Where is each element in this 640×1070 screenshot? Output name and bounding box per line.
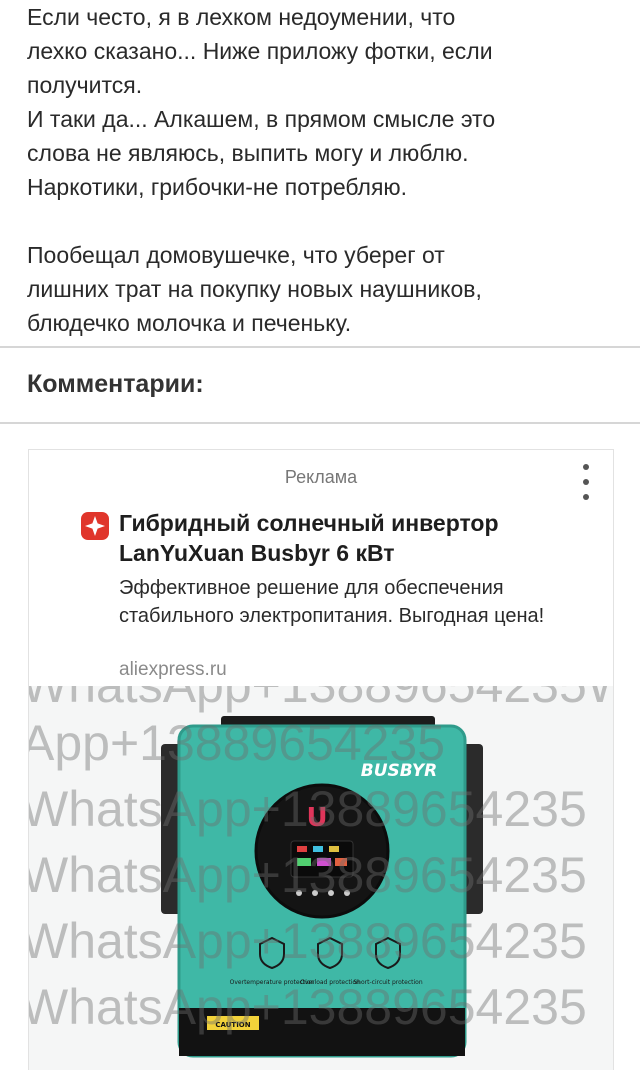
post-line: слова не являюсь, выпить могу и люблю. [27, 140, 469, 166]
post-line: лехко сказано... Ниже приложу фотки, есл… [27, 38, 493, 64]
post-body: Если често, я в лехком недоумении, что л… [27, 0, 627, 340]
watermark-text: App+13889654235 [29, 715, 446, 771]
section-divider [0, 346, 640, 348]
ad-label: Реклама [284, 467, 358, 487]
product-image[interactable]: BUSBYR U Overtemperature protection Over… [29, 686, 613, 1070]
ad-card[interactable]: Реклама Гибридный солнечный инвертор Lan… [28, 449, 614, 1070]
watermark-text: WhatsApp+13889654235 [29, 913, 587, 969]
post-line: блюдечко молочка и печеньку. [27, 310, 352, 336]
post-line: лишних трат на покупку новых наушников, [27, 276, 482, 302]
comments-heading: Комментарии: [27, 370, 204, 398]
ad-domain[interactable]: aliexpress.ru [119, 659, 227, 681]
aliexpress-logo-icon [81, 512, 109, 540]
post-line: получится. [27, 72, 143, 98]
post-line: Если често, я в лехком недоумении, что [27, 4, 456, 30]
watermark-text: WhatsApp+13889654235 [29, 979, 587, 1035]
section-divider [0, 422, 640, 424]
post-line: И таки да... Алкашем, в прямом смысле эт… [27, 106, 496, 132]
watermark-text: WhatsApp+13889654235 [29, 847, 587, 903]
post-line: Пообещал домовушечке, что уберег от [27, 242, 445, 268]
ad-description: Эффективное решение для обеспечения стаб… [119, 577, 545, 627]
ad-title[interactable]: Гибридный солнечный инвертор LanYuXuan B… [119, 508, 589, 568]
watermark-text: WhatsApp+13889654235 [29, 781, 587, 837]
post-line: Наркотики, грибочки-не потребляю. [27, 174, 408, 200]
more-options-icon[interactable] [581, 464, 591, 500]
watermark-text: WhatsApp+13889654235WhatsApp [29, 686, 613, 714]
